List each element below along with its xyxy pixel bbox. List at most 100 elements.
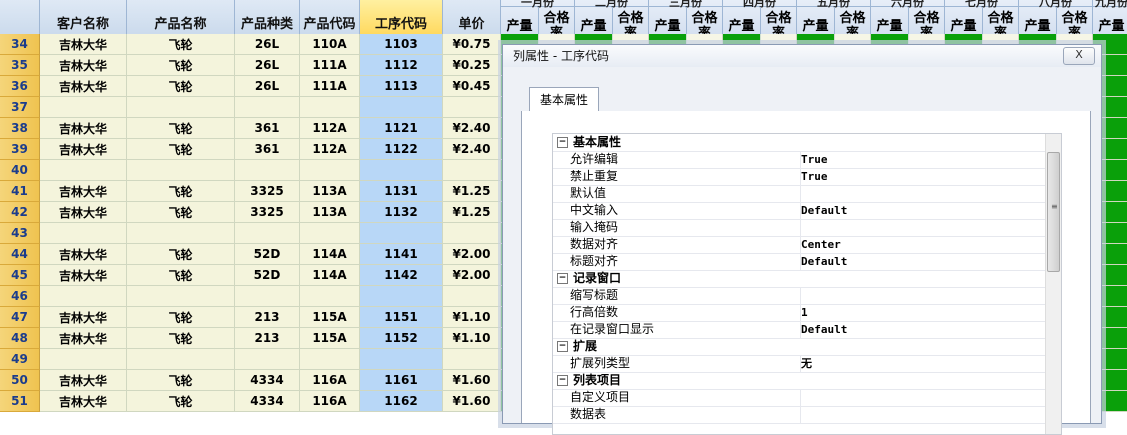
cell-price[interactable] bbox=[443, 97, 501, 118]
cell-op[interactable] bbox=[360, 349, 443, 370]
cell-op[interactable]: 1112 bbox=[360, 55, 443, 76]
cell-op[interactable] bbox=[360, 223, 443, 244]
row-header[interactable]: 45 bbox=[0, 265, 40, 286]
cell-kind[interactable] bbox=[235, 160, 300, 181]
cell-product[interactable]: 飞轮 bbox=[127, 391, 235, 412]
cell-op[interactable] bbox=[360, 97, 443, 118]
cell-price[interactable]: ¥2.00 bbox=[443, 265, 501, 286]
cell-customer[interactable]: 吉林大华 bbox=[40, 370, 127, 391]
cell-product[interactable]: 飞轮 bbox=[127, 34, 235, 55]
cell-op[interactable] bbox=[360, 286, 443, 307]
cell-product[interactable] bbox=[127, 349, 235, 370]
property-row[interactable]: 数据对齐 Center bbox=[553, 236, 1061, 254]
property-row[interactable]: 禁止重复 True bbox=[553, 168, 1061, 186]
cell-customer[interactable]: 吉林大华 bbox=[40, 307, 127, 328]
collapse-icon[interactable]: − bbox=[557, 375, 568, 386]
cell-pcode[interactable]: 115A bbox=[300, 328, 360, 349]
cell-customer[interactable]: 吉林大华 bbox=[40, 244, 127, 265]
cell-price[interactable] bbox=[443, 223, 501, 244]
cell-product[interactable]: 飞轮 bbox=[127, 118, 235, 139]
cell-op[interactable]: 1131 bbox=[360, 181, 443, 202]
cell-product[interactable] bbox=[127, 160, 235, 181]
cell-product[interactable]: 飞轮 bbox=[127, 265, 235, 286]
row-header[interactable]: 36 bbox=[0, 76, 40, 97]
cell-customer[interactable]: 吉林大华 bbox=[40, 34, 127, 55]
cell-product[interactable] bbox=[127, 286, 235, 307]
cell-product[interactable]: 飞轮 bbox=[127, 244, 235, 265]
row-header[interactable]: 35 bbox=[0, 55, 40, 76]
cell-customer[interactable]: 吉林大华 bbox=[40, 76, 127, 97]
property-value[interactable]: Default bbox=[799, 253, 1045, 270]
cell-product[interactable]: 飞轮 bbox=[127, 328, 235, 349]
cell-customer[interactable]: 吉林大华 bbox=[40, 139, 127, 160]
cell-price[interactable] bbox=[443, 349, 501, 370]
cell-pcode[interactable] bbox=[300, 286, 360, 307]
cell-kind[interactable]: 4334 bbox=[235, 391, 300, 412]
cell-product[interactable] bbox=[127, 223, 235, 244]
cell-pcode[interactable]: 116A bbox=[300, 370, 360, 391]
property-row[interactable]: 扩展列类型无 bbox=[553, 355, 1061, 373]
cell-op[interactable]: 1121 bbox=[360, 118, 443, 139]
property-row[interactable]: 允许编辑 True bbox=[553, 151, 1061, 169]
cell-product[interactable]: 飞轮 bbox=[127, 55, 235, 76]
cell-kind[interactable]: 26L bbox=[235, 76, 300, 97]
property-row[interactable]: 中文输入 Default bbox=[553, 202, 1061, 220]
property-value[interactable] bbox=[799, 389, 1045, 406]
property-value[interactable]: 1 bbox=[799, 304, 1045, 321]
cell-customer[interactable] bbox=[40, 160, 127, 181]
cell-price[interactable]: ¥2.40 bbox=[443, 139, 501, 160]
cell-pcode[interactable]: 114A bbox=[300, 244, 360, 265]
cell-customer[interactable] bbox=[40, 97, 127, 118]
cell-price[interactable]: ¥2.00 bbox=[443, 244, 501, 265]
cell-pcode[interactable] bbox=[300, 97, 360, 118]
cell-price[interactable]: ¥1.25 bbox=[443, 202, 501, 223]
cell-kind[interactable]: 52D bbox=[235, 244, 300, 265]
cell-customer[interactable]: 吉林大华 bbox=[40, 55, 127, 76]
cell-product[interactable]: 飞轮 bbox=[127, 139, 235, 160]
cell-price[interactable]: ¥1.10 bbox=[443, 328, 501, 349]
collapse-icon[interactable]: − bbox=[557, 341, 568, 352]
property-category[interactable]: − 扩展 bbox=[553, 338, 1061, 356]
cell-op[interactable]: 1142 bbox=[360, 265, 443, 286]
cell-price[interactable]: ¥1.10 bbox=[443, 307, 501, 328]
collapse-icon[interactable]: − bbox=[557, 273, 568, 284]
cell-price[interactable] bbox=[443, 160, 501, 181]
cell-kind[interactable]: 52D bbox=[235, 265, 300, 286]
cell-customer[interactable]: 吉林大华 bbox=[40, 118, 127, 139]
property-value[interactable] bbox=[799, 287, 1045, 304]
property-value[interactable]: True bbox=[799, 151, 1045, 168]
cell-product[interactable]: 飞轮 bbox=[127, 370, 235, 391]
cell-customer[interactable]: 吉林大华 bbox=[40, 391, 127, 412]
row-header[interactable]: 39 bbox=[0, 139, 40, 160]
collapse-icon[interactable]: − bbox=[557, 137, 568, 148]
cell-pcode[interactable]: 116A bbox=[300, 391, 360, 412]
row-header[interactable]: 41 bbox=[0, 181, 40, 202]
cell-pcode[interactable]: 113A bbox=[300, 181, 360, 202]
cell-pcode[interactable]: 112A bbox=[300, 139, 360, 160]
cell-kind[interactable]: 26L bbox=[235, 55, 300, 76]
cell-pcode[interactable] bbox=[300, 349, 360, 370]
cell-customer[interactable]: 吉林大华 bbox=[40, 202, 127, 223]
cell-op[interactable]: 1162 bbox=[360, 391, 443, 412]
cell-kind[interactable]: 26L bbox=[235, 34, 300, 55]
property-row[interactable]: 标题对齐 Default bbox=[553, 253, 1061, 271]
property-value[interactable]: Default bbox=[799, 321, 1045, 338]
cell-customer[interactable] bbox=[40, 223, 127, 244]
property-category[interactable]: − 基本属性 bbox=[553, 134, 1061, 152]
property-value[interactable]: Center bbox=[799, 236, 1045, 253]
cell-pcode[interactable]: 113A bbox=[300, 202, 360, 223]
row-header[interactable]: 42 bbox=[0, 202, 40, 223]
cell-kind[interactable]: 3325 bbox=[235, 202, 300, 223]
row-header[interactable]: 47 bbox=[0, 307, 40, 328]
cell-customer[interactable]: 吉林大华 bbox=[40, 181, 127, 202]
cell-op[interactable]: 1161 bbox=[360, 370, 443, 391]
cell-op[interactable] bbox=[360, 160, 443, 181]
cell-product[interactable]: 飞轮 bbox=[127, 181, 235, 202]
cell-customer[interactable] bbox=[40, 286, 127, 307]
cell-pcode[interactable]: 115A bbox=[300, 307, 360, 328]
cell-op[interactable]: 1113 bbox=[360, 76, 443, 97]
property-row[interactable]: 数据表 bbox=[553, 406, 1061, 424]
cell-op[interactable]: 1122 bbox=[360, 139, 443, 160]
cell-customer[interactable]: 吉林大华 bbox=[40, 265, 127, 286]
row-header[interactable]: 44 bbox=[0, 244, 40, 265]
